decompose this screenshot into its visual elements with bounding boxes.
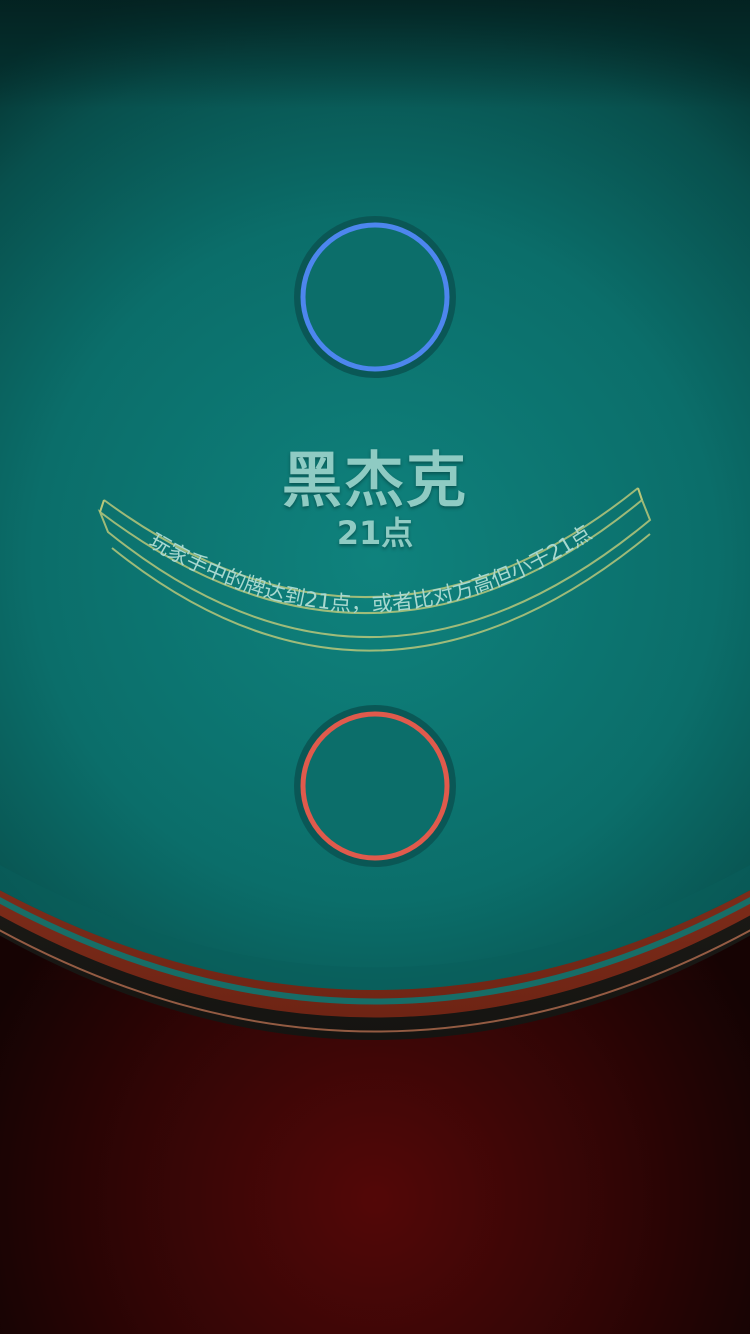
game-title: 黑杰克 xyxy=(282,446,468,516)
game-subtitle: 21点 xyxy=(336,514,414,552)
dealer-seat-ring[interactable] xyxy=(300,222,450,372)
player-seat-ring[interactable] xyxy=(300,711,450,861)
dealer-seat[interactable] xyxy=(294,216,456,378)
player-seat[interactable] xyxy=(294,705,456,867)
blackjack-table-scene: 玩家手中的牌达到21点，或者比对方高但小于21点 xyxy=(0,0,750,1334)
